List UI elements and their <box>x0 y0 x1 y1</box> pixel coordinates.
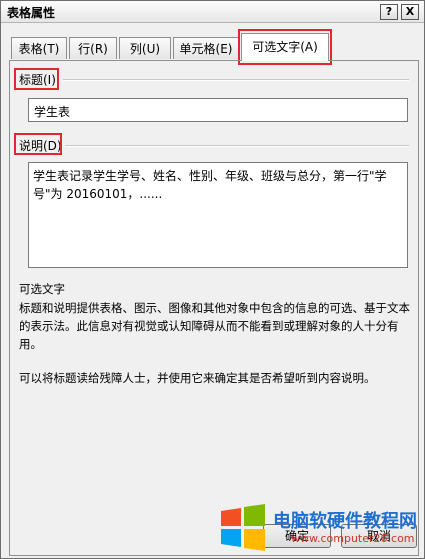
help-heading: 可选文字 <box>19 282 65 296</box>
tab-row[interactable]: 行(R) <box>69 37 117 59</box>
title-separator <box>63 79 409 81</box>
title-bar: 表格属性 ? X <box>1 1 424 23</box>
tab-strip: 表格(T) 行(R) 列(U) 单元格(E) 可选文字(A) <box>11 31 421 61</box>
help-button[interactable]: ? <box>380 4 398 20</box>
watermark-url: www.computer26.com <box>291 532 415 545</box>
help-paragraph-1: 标题和说明提供表格、图示、图像和其他对象中包含的信息的可选、基于文本的表示法。此… <box>19 301 410 351</box>
tab-cell[interactable]: 单元格(E) <box>173 37 239 59</box>
tab-alt-text[interactable]: 可选文字(A) <box>241 33 329 61</box>
windows-logo-icon <box>221 504 265 551</box>
description-textarea[interactable]: 学生表记录学生学号、姓名、性别、年级、班级与总分，第一行"学号"为 201601… <box>28 162 408 268</box>
tab-table[interactable]: 表格(T) <box>11 37 67 59</box>
help-paragraph-2: 可以将标题读给残障人士，并使用它来确定其是否希望听到内容说明。 <box>19 371 376 385</box>
description-separator <box>65 145 409 147</box>
dialog-title: 表格属性 <box>7 6 56 20</box>
tab-column[interactable]: 列(U) <box>119 37 171 59</box>
table-properties-dialog: 表格属性 ? X 表格(T) 行(R) 列(U) 单元格(E) 可选文字(A) … <box>0 0 425 559</box>
watermark-title: 电脑软硬件教程网 <box>273 511 417 532</box>
watermark: 电脑软硬件教程网 www.computer26.com <box>217 501 422 553</box>
description-label-highlight <box>14 133 62 155</box>
title-input[interactable]: 学生表 <box>28 98 408 122</box>
close-button[interactable]: X <box>401 4 419 20</box>
title-label-highlight <box>14 68 59 90</box>
